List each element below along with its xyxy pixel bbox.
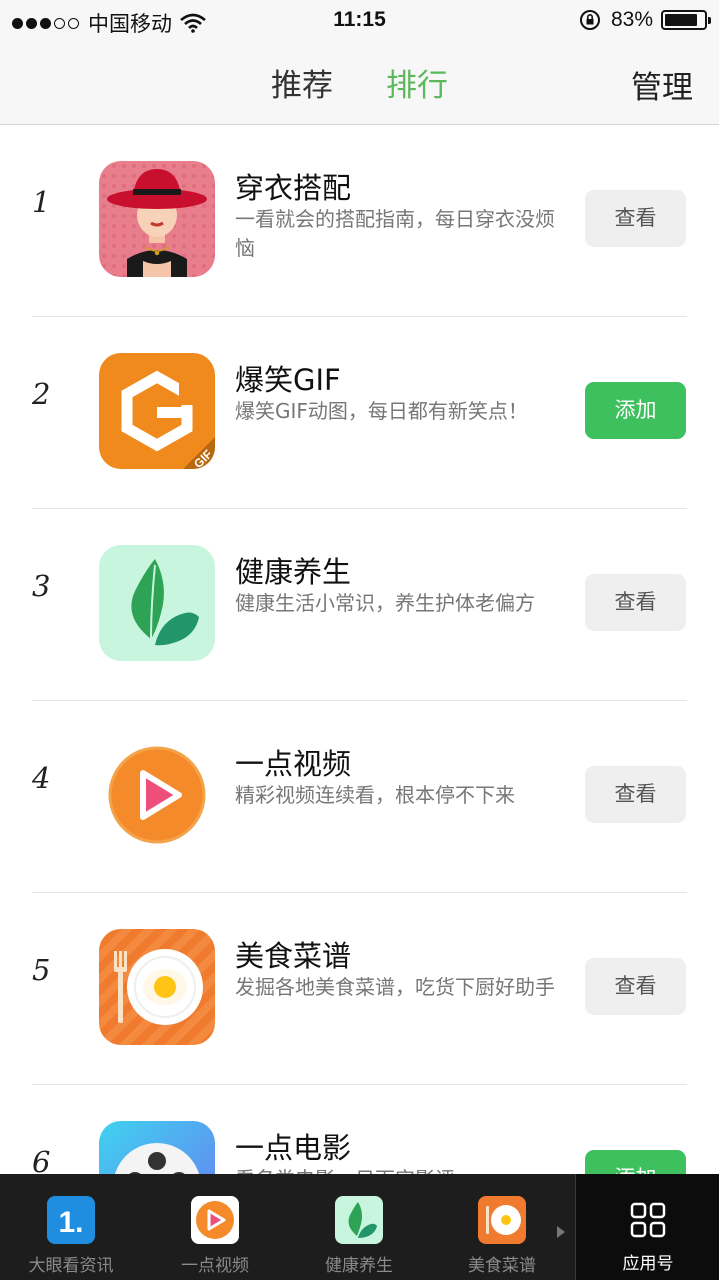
- list-item[interactable]: 2 GIF 爆笑GIF 爆笑GIF动图，每日都有新笑点！ 添加: [0, 317, 719, 509]
- leaf-icon: [99, 545, 215, 661]
- egg-plate-icon: [99, 929, 215, 1045]
- manage-button[interactable]: 管理: [631, 62, 693, 107]
- bottom-tab-bar: 1. 大眼看资讯 一点视频 健康养生 美食菜谱 应用号: [0, 1174, 719, 1280]
- chevron-right-icon[interactable]: [557, 1226, 565, 1238]
- view-button[interactable]: 查看: [585, 574, 686, 631]
- view-button[interactable]: 查看: [585, 766, 686, 823]
- battery-icon: [661, 10, 711, 30]
- app-description: 发掘各地美食菜谱，吃货下厨好助手: [235, 975, 555, 999]
- app-name: 健康养生: [235, 555, 352, 589]
- nav-bar: 推荐 排行 管理: [0, 40, 719, 125]
- list-item[interactable]: 1 穿衣搭配 一看就会的搭配指南，每日穿衣没烦恼 查看: [0, 125, 719, 317]
- tab-ranking[interactable]: 排行: [386, 60, 448, 105]
- rank-number: 4: [32, 761, 51, 795]
- grid-icon: [630, 1202, 666, 1238]
- app-name: 爆笑GIF: [235, 363, 341, 397]
- battery-fill: [665, 14, 697, 26]
- tabbar-label: 一点视频: [181, 1256, 249, 1276]
- tabbar-label: 健康养生: [325, 1256, 393, 1276]
- ranking-list: 1 穿衣搭配 一看就会的搭配指南，每日穿衣没烦恼 查看 2 GIF 爆笑GIF …: [0, 125, 719, 1277]
- list-item[interactable]: 5 美食菜谱 发掘各地美食菜谱，吃货下厨好助手 查看: [0, 893, 719, 1085]
- rank-number: 2: [32, 377, 51, 411]
- tabbar-item-food[interactable]: 美食菜谱: [447, 1196, 557, 1276]
- fashion-hat-icon: [99, 161, 215, 277]
- tabbar-item-health[interactable]: 健康养生: [304, 1196, 414, 1276]
- app-name: 穿衣搭配: [235, 171, 352, 205]
- rank-number: 3: [32, 569, 51, 603]
- app-name: 一点视频: [235, 747, 352, 781]
- rank-number: 5: [32, 953, 51, 987]
- tabbar-item-video[interactable]: 一点视频: [160, 1196, 270, 1276]
- add-button[interactable]: 添加: [585, 382, 686, 439]
- video-play-icon: [191, 1196, 239, 1244]
- status-bar: 中国移动 11:15 83%: [0, 0, 719, 40]
- app-name: 一点电影: [235, 1131, 352, 1165]
- app-description: 健康生活小常识，养生护体老偏方: [235, 591, 535, 615]
- status-right: 83%: [579, 8, 711, 32]
- list-item[interactable]: 3 健康养生 健康生活小常识，养生护体老偏方 查看: [0, 509, 719, 701]
- list-item[interactable]: 4 一点视频 精彩视频连续看，根本停不下来 查看: [0, 701, 719, 893]
- tab-recommend[interactable]: 推荐: [271, 60, 333, 105]
- leaf-icon: [335, 1196, 383, 1244]
- app-account-label: 应用号: [622, 1254, 674, 1274]
- view-button[interactable]: 查看: [585, 190, 686, 247]
- tabbar-item-news[interactable]: 1. 大眼看资讯: [16, 1196, 126, 1276]
- gif-g-icon: GIF: [99, 353, 215, 469]
- app-description: 精彩视频连续看，根本停不下来: [235, 783, 515, 807]
- app-description: 爆笑GIF动图，每日都有新笑点！: [235, 399, 528, 423]
- app-description: 一看就会的搭配指南，每日穿衣没烦恼: [235, 207, 555, 260]
- tabbar-label: 美食菜谱: [468, 1256, 536, 1276]
- svg-text:1.: 1.: [58, 1206, 83, 1239]
- orientation-lock-icon: [579, 10, 600, 30]
- video-play-icon: [99, 737, 215, 853]
- tabbar-label: 大眼看资讯: [28, 1256, 114, 1276]
- number-one-icon: 1.: [47, 1196, 95, 1244]
- app-name: 美食菜谱: [235, 939, 352, 973]
- rank-number: 1: [32, 185, 51, 219]
- egg-plate-icon: [478, 1196, 526, 1244]
- app-account-button[interactable]: 应用号: [575, 1174, 719, 1280]
- view-button[interactable]: 查看: [585, 958, 686, 1015]
- battery-percent: 83%: [610, 8, 653, 31]
